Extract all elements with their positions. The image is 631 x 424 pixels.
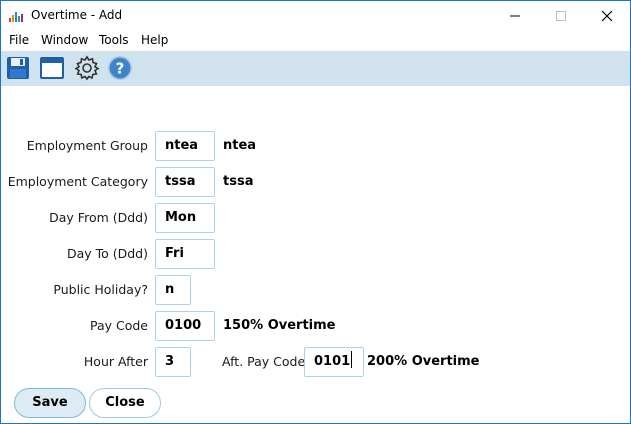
menu-bar: File Window Tools Help: [1, 31, 630, 51]
text-caret: [351, 351, 353, 368]
hour-after-field[interactable]: 3: [155, 347, 191, 377]
overtime-add-window: Overtime - Add File Window Tools Help ? …: [0, 0, 631, 424]
maximize-icon: [556, 11, 566, 21]
save-icon: [7, 57, 29, 79]
public-holiday-field[interactable]: n: [155, 275, 191, 305]
aft-pay-code-desc: 200% Overtime: [367, 354, 480, 369]
app-icon: [9, 12, 23, 22]
menu-window[interactable]: Window: [41, 33, 88, 47]
employment-group-label: Employment Group: [26, 138, 148, 153]
close-window-button[interactable]: [584, 1, 630, 31]
day-from-label: Day From (Ddd): [49, 210, 148, 225]
close-icon: [601, 10, 613, 22]
employment-category-label: Employment Category: [7, 174, 148, 189]
toolbar: ?: [1, 51, 630, 86]
help-tool-button[interactable]: ?: [107, 55, 133, 81]
day-from-field[interactable]: Mon: [155, 203, 215, 233]
employment-category-desc: tssa: [223, 174, 254, 189]
title-bar: Overtime - Add: [1, 1, 630, 31]
save-tool-button[interactable]: [5, 55, 31, 81]
window-icon: [40, 57, 64, 79]
window-tool-button[interactable]: [39, 55, 65, 81]
window-title: Overtime - Add: [31, 8, 123, 22]
day-to-field[interactable]: Fri: [155, 239, 215, 269]
settings-tool-button[interactable]: [74, 55, 100, 81]
pay-code-field[interactable]: 0100: [155, 311, 215, 341]
aft-pay-code-label: Aft. Pay Code: [222, 354, 306, 369]
aft-pay-code-field[interactable]: 0101: [304, 347, 364, 377]
menu-file[interactable]: File: [9, 33, 29, 47]
save-button[interactable]: Save: [14, 388, 86, 418]
minimize-button[interactable]: [492, 1, 538, 31]
aft-pay-code-value: 0101: [314, 354, 351, 369]
day-to-label: Day To (Ddd): [66, 246, 148, 261]
menu-tools[interactable]: Tools: [99, 33, 129, 47]
employment-group-desc: ntea: [223, 138, 257, 153]
pay-code-desc: 150% Overtime: [223, 318, 336, 333]
menu-help[interactable]: Help: [141, 33, 168, 47]
employment-category-field[interactable]: tssa: [155, 167, 215, 197]
help-icon: ?: [108, 56, 132, 80]
maximize-button[interactable]: [538, 1, 584, 31]
settings-icon: [74, 55, 100, 81]
hour-after-label: Hour After: [83, 354, 148, 369]
public-holiday-label: Public Holiday?: [53, 282, 148, 297]
svg-text:?: ?: [116, 60, 125, 78]
employment-group-field[interactable]: ntea: [155, 131, 215, 161]
pay-code-label: Pay Code: [89, 318, 148, 333]
close-button[interactable]: Close: [89, 388, 161, 418]
minimize-icon: [510, 15, 520, 17]
